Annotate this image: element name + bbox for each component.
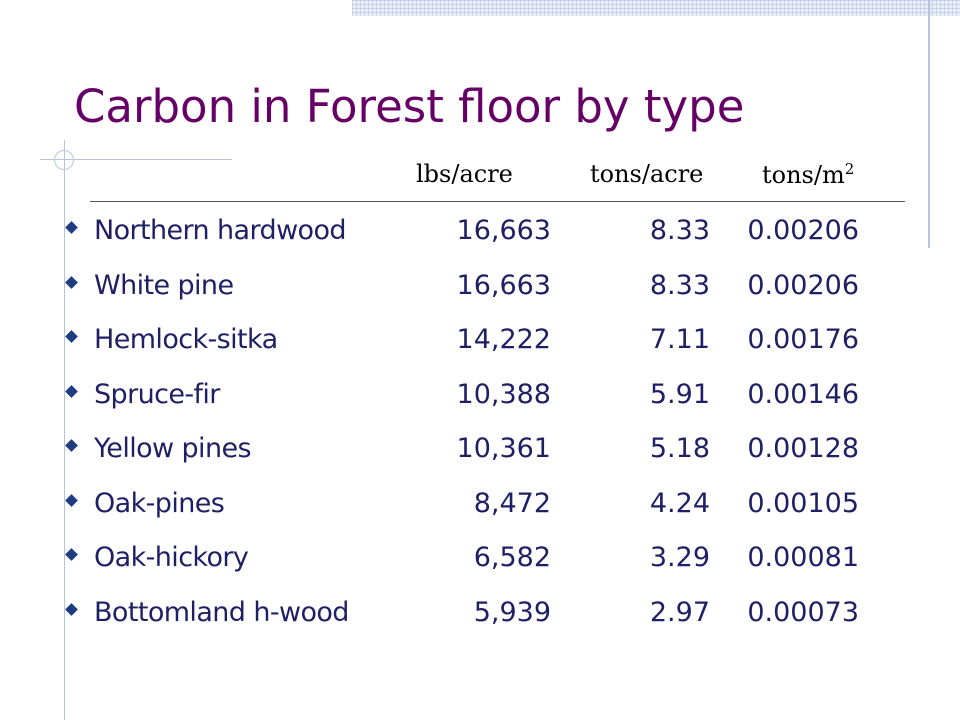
tons-per-acre-value: 5.91 [649, 378, 710, 410]
forest-type-name: Oak-hickory [94, 542, 249, 573]
tons-per-m2-value: 0.00206 [747, 269, 859, 301]
tons-per-acre-value: 4.24 [649, 487, 710, 519]
list-item: Spruce-fir 10,388 5.91 0.00146 [0, 375, 960, 415]
tons-per-m2-value: 0.00128 [747, 433, 859, 464]
tons-per-acre-value: 2.97 [649, 596, 710, 628]
diamond-bullet-icon [65, 330, 78, 343]
diamond-bullet-icon [65, 221, 78, 234]
forest-type-name: Spruce-fir [94, 378, 220, 410]
tons-per-m2-value: 0.00073 [747, 596, 859, 628]
list-item: Hemlock-sitka 14,222 7.11 0.00176 [0, 320, 960, 360]
forest-type-name: Yellow pines [94, 433, 252, 464]
lbs-per-acre-value: 14,222 [456, 324, 551, 355]
list-item: Yellow pines 10,361 5.18 0.00128 [0, 429, 960, 469]
lbs-per-acre-value: 10,361 [456, 433, 551, 464]
corner-circle-icon [54, 150, 74, 170]
tons-per-m2-value: 0.00105 [747, 487, 859, 519]
lbs-per-acre-value: 16,663 [456, 269, 551, 301]
lbs-per-acre-value: 6,582 [473, 542, 551, 573]
lbs-per-acre-value: 8,472 [473, 487, 551, 519]
slide-title: Carbon in Forest floor by type [74, 80, 745, 133]
tons-per-acre-value: 7.11 [649, 324, 710, 355]
title-underline-rule [90, 201, 905, 202]
forest-type-name: Bottomland h-wood [94, 596, 349, 628]
tons-per-acre-value: 8.33 [649, 215, 710, 246]
unit-superscript: 2 [844, 160, 855, 178]
tons-per-acre-value: 3.29 [649, 542, 710, 573]
list-item: Oak-hickory 6,582 3.29 0.00081 [0, 538, 960, 578]
diamond-bullet-icon [65, 275, 78, 289]
forest-type-name: Northern hardwood [94, 215, 347, 246]
lbs-per-acre-value: 5,939 [473, 596, 551, 628]
unit-header-tons-acre: tons/acre [590, 160, 704, 188]
diamond-bullet-icon [65, 384, 78, 398]
list-item: Oak-pines 8,472 4.24 0.00105 [0, 484, 960, 524]
lbs-per-acre-value: 16,663 [456, 215, 551, 246]
unit-tons-m-text: tons/m [762, 161, 845, 189]
tons-per-m2-value: 0.00206 [747, 215, 859, 246]
tons-per-acre-value: 8.33 [649, 269, 710, 301]
diamond-bullet-icon [65, 493, 78, 507]
grid-pattern-decoration [352, 0, 960, 16]
lbs-per-acre-value: 10,388 [456, 378, 551, 410]
unit-header-tons-m2: tons/m2 [762, 160, 854, 192]
diamond-bullet-icon [65, 548, 78, 561]
diamond-bullet-icon [65, 439, 78, 452]
list-item: White pine 16,663 8.33 0.00206 [0, 266, 960, 306]
list-item: Northern hardwood 16,663 8.33 0.00206 [0, 211, 960, 251]
forest-type-name: White pine [94, 269, 234, 301]
forest-type-name: Oak-pines [94, 487, 225, 519]
list-item: Bottomland h-wood 5,939 2.97 0.00073 [0, 593, 960, 633]
tons-per-acre-value: 5.18 [649, 433, 710, 464]
unit-header-lbs-acre: lbs/acre [416, 160, 513, 188]
tons-per-m2-value: 0.00146 [747, 378, 859, 410]
tons-per-m2-value: 0.00081 [747, 542, 859, 573]
diamond-bullet-icon [65, 602, 78, 616]
forest-type-name: Hemlock-sitka [94, 324, 278, 355]
tons-per-m2-value: 0.00176 [747, 324, 859, 355]
